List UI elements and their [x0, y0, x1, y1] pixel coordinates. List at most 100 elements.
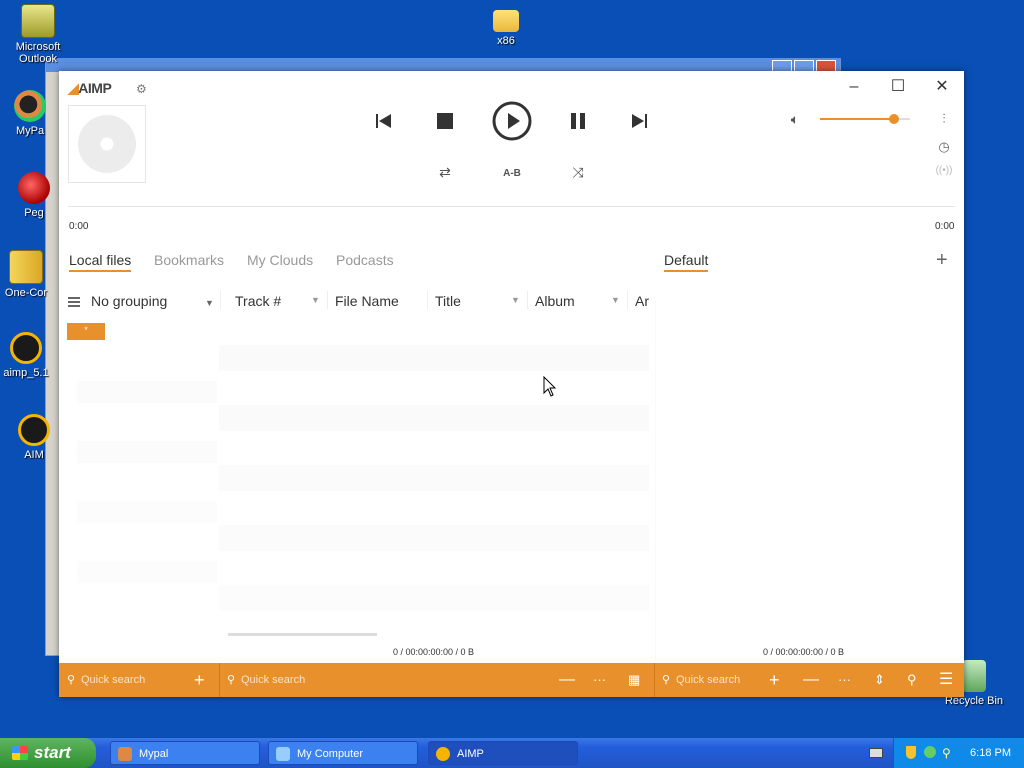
- menu-button[interactable]: ☰: [939, 663, 953, 697]
- maximize-button[interactable]: ☐: [876, 77, 920, 97]
- desktop-icon-x86[interactable]: x86: [468, 4, 544, 47]
- shuffle-button[interactable]: ⤨: [568, 164, 588, 180]
- minimize-button[interactable]: –: [832, 77, 876, 97]
- pause-icon: [571, 113, 585, 129]
- plus-icon: +: [194, 670, 205, 690]
- column-album[interactable]: Album: [535, 293, 575, 309]
- column-title[interactable]: Title: [435, 293, 461, 309]
- column-file-name[interactable]: File Name: [335, 293, 399, 309]
- filter-icon[interactable]: ▼: [611, 295, 620, 305]
- peg-icon: [18, 172, 50, 204]
- sort-button[interactable]: ⇕: [874, 663, 885, 697]
- desktop-icon-onecor[interactable]: One-Cor: [0, 250, 64, 299]
- grid-icon: ▦: [628, 672, 641, 687]
- remove-button-1[interactable]: —: [559, 663, 575, 697]
- column-separator: [627, 291, 628, 309]
- horizontal-scrollbar[interactable]: [228, 633, 377, 636]
- remove-button-2[interactable]: —: [803, 663, 819, 697]
- volume-slider[interactable]: [820, 114, 910, 124]
- seek-bar[interactable]: [68, 206, 955, 207]
- filter-icon[interactable]: ▼: [311, 295, 320, 305]
- search-button[interactable]: ⚲: [907, 663, 917, 697]
- ab-repeat-button[interactable]: A-B: [499, 165, 525, 181]
- desktop-icon-mypal[interactable]: MyPa: [0, 90, 68, 137]
- clock-icon: ◷: [938, 139, 950, 154]
- security-shield-icon[interactable]: [906, 746, 916, 759]
- grouping-select[interactable]: No grouping: [91, 293, 167, 309]
- search-tray-icon[interactable]: ⚲: [942, 746, 951, 760]
- mouse-cursor-icon: [543, 376, 557, 397]
- previous-icon: [376, 114, 391, 128]
- volume-fill: [820, 118, 894, 120]
- minus-icon: —: [559, 671, 575, 688]
- recycle-bin-icon: [962, 660, 986, 692]
- shuffle-icon: ⤨: [572, 163, 584, 180]
- repeat-button[interactable]: ⇄: [435, 164, 455, 180]
- grid-view-button[interactable]: ▦: [628, 663, 640, 697]
- filter-icon[interactable]: ▼: [511, 295, 520, 305]
- group-placeholder-row: [77, 501, 217, 523]
- taskbar-item-aimp[interactable]: AIMP: [428, 741, 578, 765]
- add-button-1[interactable]: +: [194, 663, 205, 697]
- gear-icon[interactable]: ⚙: [136, 82, 147, 96]
- column-separator: [527, 291, 528, 309]
- quick-search-input-2[interactable]: Quick search: [241, 663, 305, 697]
- timer-button[interactable]: ◷: [935, 139, 953, 155]
- volume-knob[interactable]: [888, 114, 899, 124]
- close-button[interactable]: ✕: [920, 77, 964, 97]
- tab-podcasts[interactable]: Podcasts: [336, 252, 394, 268]
- column-artist[interactable]: Ar: [635, 293, 649, 309]
- group-placeholder-row: [77, 441, 217, 463]
- tab-local-files[interactable]: Local files: [69, 252, 132, 272]
- taskbar-item-my-computer[interactable]: My Computer: [268, 741, 418, 765]
- tab-my-clouds[interactable]: My Clouds: [247, 252, 313, 268]
- panel-divider[interactable]: [655, 301, 656, 661]
- volume-button[interactable]: 🔈︎: [785, 109, 805, 129]
- column-separator: [427, 291, 428, 309]
- search-icon: ⚲: [67, 674, 76, 686]
- column-track-number[interactable]: Track #: [235, 293, 281, 309]
- more-button-1[interactable]: ···: [593, 663, 606, 697]
- tab-bookmarks[interactable]: Bookmarks: [154, 252, 224, 268]
- taskbar-item-label: My Computer: [297, 748, 364, 760]
- tab-playlist-default[interactable]: Default: [664, 252, 709, 272]
- next-button[interactable]: [627, 109, 651, 133]
- more-button-2[interactable]: ···: [838, 663, 851, 697]
- desktop-icon-outlook[interactable]: Microsoft Outlook: [0, 4, 76, 65]
- bottom-toolbar: ⚲ Quick search + ⚲ Quick search — ··· ▦ …: [59, 663, 964, 697]
- add-button-2[interactable]: +: [769, 663, 780, 697]
- previous-button[interactable]: [372, 109, 396, 133]
- sort-icon: ⇕: [874, 672, 885, 687]
- pause-button[interactable]: [566, 109, 590, 133]
- taskbar-item-mypal[interactable]: Mypal: [110, 741, 260, 765]
- group-placeholder-row: [77, 381, 217, 403]
- outlook-icon: [21, 4, 55, 38]
- quick-search-input-1[interactable]: Quick search: [81, 663, 145, 697]
- desktop-icon-aimp-setup[interactable]: aimp_5.1: [0, 332, 64, 379]
- network-icon[interactable]: [924, 746, 936, 758]
- menu-icon[interactable]: [68, 297, 80, 309]
- toolbar-separator: [219, 663, 220, 697]
- search-icon: ⚲: [227, 674, 236, 686]
- start-button[interactable]: start: [0, 738, 96, 768]
- taskbar-item-label: AIMP: [457, 748, 484, 760]
- desktop-icon-label: AIM: [24, 449, 44, 461]
- ellipsis-icon: ···: [593, 672, 606, 687]
- keyboard-icon[interactable]: [869, 748, 883, 758]
- time-total: 0:00: [935, 221, 955, 232]
- aimp-icon: [10, 332, 42, 364]
- group-all-badge[interactable]: *: [67, 323, 105, 340]
- add-playlist-button[interactable]: +: [936, 249, 948, 272]
- plus-icon: +: [769, 670, 780, 690]
- clock[interactable]: 6:18 PM: [970, 738, 1011, 768]
- quick-search-input-3[interactable]: Quick search: [676, 663, 740, 697]
- disc-icon: [78, 115, 136, 173]
- chevron-down-icon[interactable]: ▼: [205, 298, 214, 308]
- taskbar-item-label: Mypal: [139, 748, 169, 760]
- equalizer-button[interactable]: ⫶: [935, 111, 953, 127]
- stop-icon: [437, 113, 453, 129]
- play-button[interactable]: [491, 100, 533, 142]
- stop-button[interactable]: [433, 109, 457, 133]
- search-icon: ⚲: [907, 672, 917, 687]
- radio-button[interactable]: ((•)): [935, 165, 953, 176]
